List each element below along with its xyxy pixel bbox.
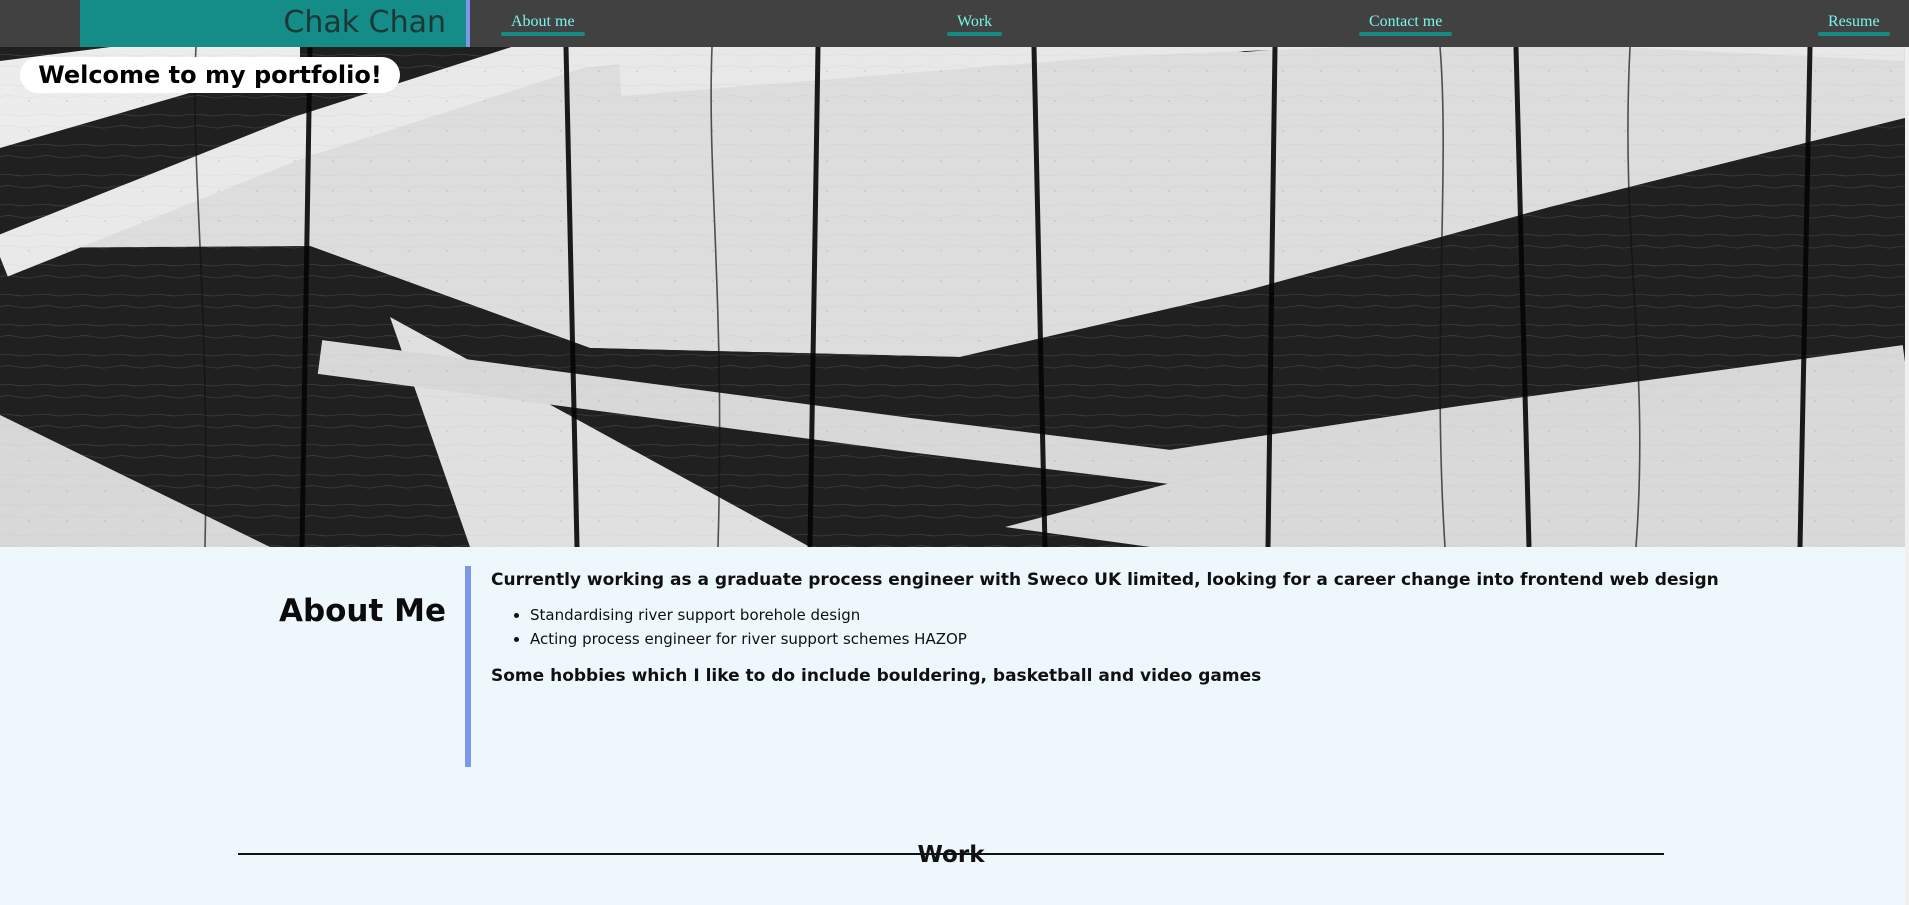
zigzag-wood-pattern-image xyxy=(0,47,1905,547)
portfolio-page: Chak Chan About me Work Contact me Resum… xyxy=(0,0,1909,905)
about-hobbies-text: Some hobbies which I like to do include … xyxy=(491,666,1262,686)
work-divider xyxy=(238,853,1664,855)
welcome-message: Welcome to my portfolio! xyxy=(20,57,400,93)
nav-about-me-label: About me xyxy=(511,13,575,30)
about-bullet-list: Standardising river support borehole des… xyxy=(515,603,1781,651)
about-intro-text: Currently working as a graduate process … xyxy=(491,570,1719,590)
about-title: About Me xyxy=(278,592,446,629)
nav-resume-link[interactable]: Resume xyxy=(1818,13,1890,36)
brand-name[interactable]: Chak Chan xyxy=(80,0,466,47)
scrollbar-gutter xyxy=(1905,47,1909,905)
work-title: Work xyxy=(917,842,985,869)
nav-about-me-underline xyxy=(501,32,585,36)
nav-resume-underline xyxy=(1818,32,1890,36)
about-list-item: Acting process engineer for river suppor… xyxy=(530,627,1781,651)
nav-contact-me-underline xyxy=(1359,32,1453,36)
nav-about-me-link[interactable]: About me xyxy=(501,13,585,36)
hero-banner: Welcome to my portfolio! xyxy=(0,47,1905,547)
brand-divider xyxy=(466,0,470,47)
nav-work-underline xyxy=(947,32,1003,36)
nav-resume-label: Resume xyxy=(1828,13,1880,30)
nav-work-link[interactable]: Work xyxy=(947,13,1003,36)
nav-contact-me-label: Contact me xyxy=(1369,13,1443,30)
nav-contact-me-link[interactable]: Contact me xyxy=(1359,13,1453,36)
about-accent-rule xyxy=(465,566,471,767)
nav-work-label: Work xyxy=(957,13,993,30)
site-header: Chak Chan About me Work Contact me Resum… xyxy=(0,0,1909,47)
about-list-item: Standardising river support borehole des… xyxy=(530,603,1781,627)
about-content: Currently working as a graduate process … xyxy=(491,567,1781,689)
